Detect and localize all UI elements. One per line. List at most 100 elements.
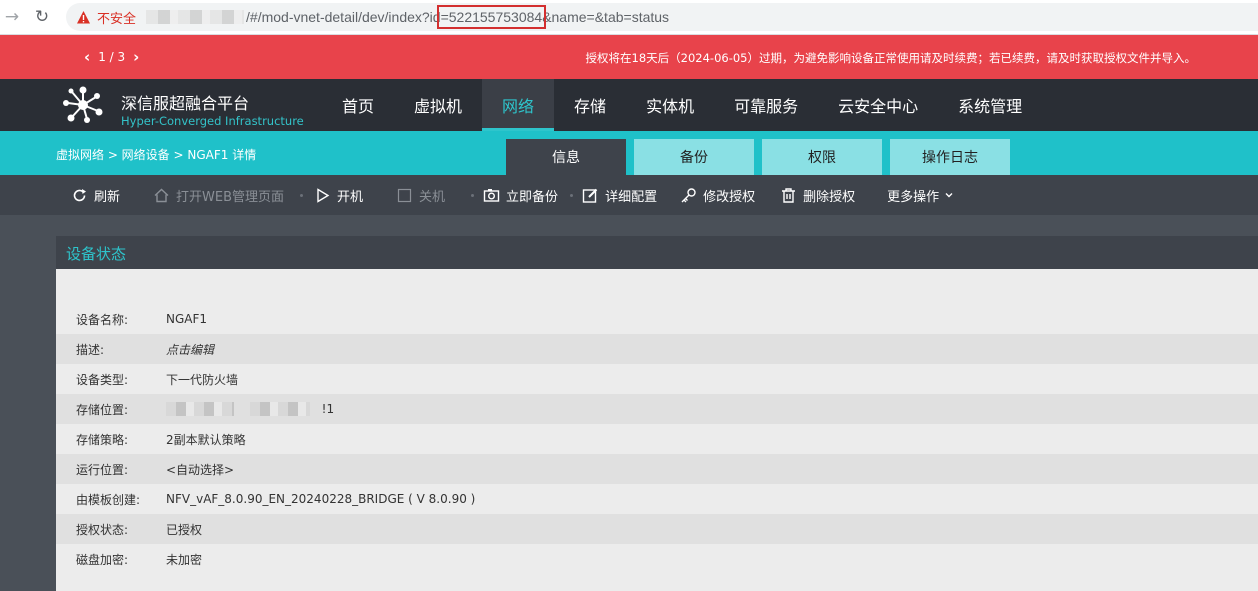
chevron-left-icon[interactable]: ‹ xyxy=(84,48,90,66)
trash-icon xyxy=(779,186,797,204)
main-nav: 首页 虚拟机 网络 存储 实体机 可靠服务 云安全中心 系统管理 xyxy=(322,79,1042,131)
row-label: 授权状态: xyxy=(76,522,129,537)
warning-icon xyxy=(76,10,91,25)
row-value: 下一代防火墙 xyxy=(166,372,239,387)
app-window: → ↻ 不安全 /#/mod-vnet-detail/dev/index?id=… xyxy=(0,0,1258,591)
info-row-device-name: 设备名称: NGAF1 xyxy=(56,304,1258,334)
nav-item-network[interactable]: 网络 xyxy=(482,79,555,131)
tab-backup[interactable]: 备份 xyxy=(634,139,754,175)
info-row-description: 描述: 点击编辑 xyxy=(56,334,1258,364)
storage-suffix: !1 xyxy=(321,401,335,416)
browser-address-bar: → ↻ 不安全 /#/mod-vnet-detail/dev/index?id=… xyxy=(0,0,1258,35)
info-row-disk-encryption: 磁盘加密: 未加密 xyxy=(56,544,1258,574)
insecure-label: 不安全 xyxy=(97,10,137,26)
url-id-highlight: =522155753084 xyxy=(436,5,547,29)
info-row-license-status: 授权状态: 已授权 xyxy=(56,514,1258,544)
open-web-button[interactable]: 打开WEB管理页面 xyxy=(152,186,284,205)
row-label: 运行位置: xyxy=(76,462,129,477)
license-expiry-message: 授权将在18天后（2024-06-05）过期，为避免影响设备正常使用请及时续费；… xyxy=(585,51,1196,65)
delete-license-label: 删除授权 xyxy=(803,189,856,205)
nav-item-cloud-security[interactable]: 云安全中心 xyxy=(818,79,938,131)
detail-config-label: 详细配置 xyxy=(605,189,658,205)
power-off-label: 关机 xyxy=(419,189,446,205)
power-off-button[interactable]: 关机 xyxy=(395,186,445,205)
row-value: NGAF1 xyxy=(166,312,208,326)
url-rest: &name=&tab=status xyxy=(542,9,670,25)
url-path: /#/mod-vnet-detail/dev/index?id xyxy=(246,9,441,25)
url-field[interactable]: 不安全 /#/mod-vnet-detail/dev/index?id=5221… xyxy=(66,3,1258,31)
row-label: 设备类型: xyxy=(76,372,129,387)
detail-config-button[interactable]: 详细配置 xyxy=(581,186,657,205)
toolbar-separator xyxy=(570,193,574,197)
chevron-down-icon xyxy=(944,190,954,200)
row-label: 磁盘加密: xyxy=(76,552,129,567)
pager-text: 1 / 3 xyxy=(98,50,126,64)
stop-icon xyxy=(395,186,413,204)
brand-subtitle: Hyper-Converged Infrastructure xyxy=(121,114,304,128)
redacted-text xyxy=(249,402,310,417)
more-actions-label: 更多操作 xyxy=(887,189,940,205)
brand-name: 深信服超融合平台 xyxy=(121,94,250,113)
power-on-label: 开机 xyxy=(337,189,364,205)
open-web-label: 打开WEB管理页面 xyxy=(176,189,285,205)
row-label: 设备名称: xyxy=(76,312,129,327)
info-row-storage-location: 存储位置: !1 xyxy=(56,394,1258,424)
row-value: <自动选择> xyxy=(166,462,235,477)
description-edit-link[interactable]: 点击编辑 xyxy=(166,341,214,358)
row-value: 2副本默认策略 xyxy=(166,432,246,447)
key-icon xyxy=(679,186,697,204)
nav-item-physical[interactable]: 实体机 xyxy=(626,79,714,131)
camera-icon xyxy=(482,186,500,204)
sub-header: 虚拟网络 > 网络设备 > NGAF1 详情 信息 备份 权限 操作日志 xyxy=(0,131,1258,175)
info-row-storage-policy: 存储策略: 2副本默认策略 xyxy=(56,424,1258,454)
tab-operation-log[interactable]: 操作日志 xyxy=(890,139,1010,175)
modify-license-button[interactable]: 修改授权 xyxy=(679,186,755,205)
info-row-run-location: 运行位置: <自动选择> xyxy=(56,454,1258,484)
back-arrow-icon[interactable]: → xyxy=(0,5,24,29)
info-row-device-type: 设备类型: 下一代防火墙 xyxy=(56,364,1258,394)
play-icon xyxy=(313,186,331,204)
chevron-right-icon[interactable]: › xyxy=(133,48,139,66)
nav-item-reliability[interactable]: 可靠服务 xyxy=(714,79,818,131)
delete-license-button[interactable]: 删除授权 xyxy=(779,186,855,205)
row-value: NFV_vAF_8.0.90_EN_20240228_BRIDGE ( V 8.… xyxy=(166,492,476,506)
refresh-label: 刷新 xyxy=(94,189,121,205)
info-row-template: 由模板创建: NFV_vAF_8.0.90_EN_20240228_BRIDGE… xyxy=(56,484,1258,514)
nav-item-storage[interactable]: 存储 xyxy=(554,79,626,131)
action-toolbar: 刷新 打开WEB管理页面 开机 关机 立即备份 详细配置 修改授权 删除授权 更… xyxy=(0,175,1258,215)
banner-pager: ‹ 1 / 3 › xyxy=(84,48,139,66)
detail-tabs: 信息 备份 权限 操作日志 xyxy=(506,139,1018,175)
home-icon xyxy=(152,186,170,204)
edit-icon xyxy=(581,186,599,204)
nav-item-system[interactable]: 系统管理 xyxy=(938,79,1042,131)
more-actions-dropdown[interactable]: 更多操作 xyxy=(887,186,954,205)
nav-item-vm[interactable]: 虚拟机 xyxy=(394,79,482,131)
url-text: /#/mod-vnet-detail/dev/index?id=52215575… xyxy=(246,5,670,29)
main-header: 深信服超融合平台 Hyper-Converged Infrastructure … xyxy=(0,79,1258,131)
backup-now-button[interactable]: 立即备份 xyxy=(482,186,558,205)
tab-permissions[interactable]: 权限 xyxy=(762,139,882,175)
redacted-host xyxy=(146,10,245,24)
logo-icon xyxy=(60,85,106,125)
reload-icon[interactable]: ↻ xyxy=(30,5,54,29)
device-status-panel: 设备名称: NGAF1 描述: 点击编辑 设备类型: 下一代防火墙 存储位置: … xyxy=(56,269,1258,591)
row-value: !1 xyxy=(166,402,334,417)
toolbar-separator xyxy=(471,193,475,197)
panel-title: 设备状态 xyxy=(66,245,127,263)
backup-now-label: 立即备份 xyxy=(506,189,559,205)
license-banner: ‹ 1 / 3 › 授权将在18天后（2024-06-05）过期，为避免影响设备… xyxy=(0,35,1258,79)
row-value: 已授权 xyxy=(166,522,203,537)
refresh-icon xyxy=(70,186,88,204)
redacted-text xyxy=(166,402,234,417)
row-value: 未加密 xyxy=(166,552,203,567)
nav-item-home[interactable]: 首页 xyxy=(322,79,394,131)
modify-license-label: 修改授权 xyxy=(703,189,756,205)
device-status-header: 设备状态 xyxy=(56,236,1258,269)
row-label: 描述: xyxy=(76,342,105,357)
tab-info[interactable]: 信息 xyxy=(506,139,626,175)
power-on-button[interactable]: 开机 xyxy=(313,186,363,205)
toolbar-separator xyxy=(300,193,304,197)
row-label: 由模板创建: xyxy=(76,492,141,507)
refresh-button[interactable]: 刷新 xyxy=(70,186,120,205)
breadcrumb[interactable]: 虚拟网络 > 网络设备 > NGAF1 详情 xyxy=(56,146,256,163)
